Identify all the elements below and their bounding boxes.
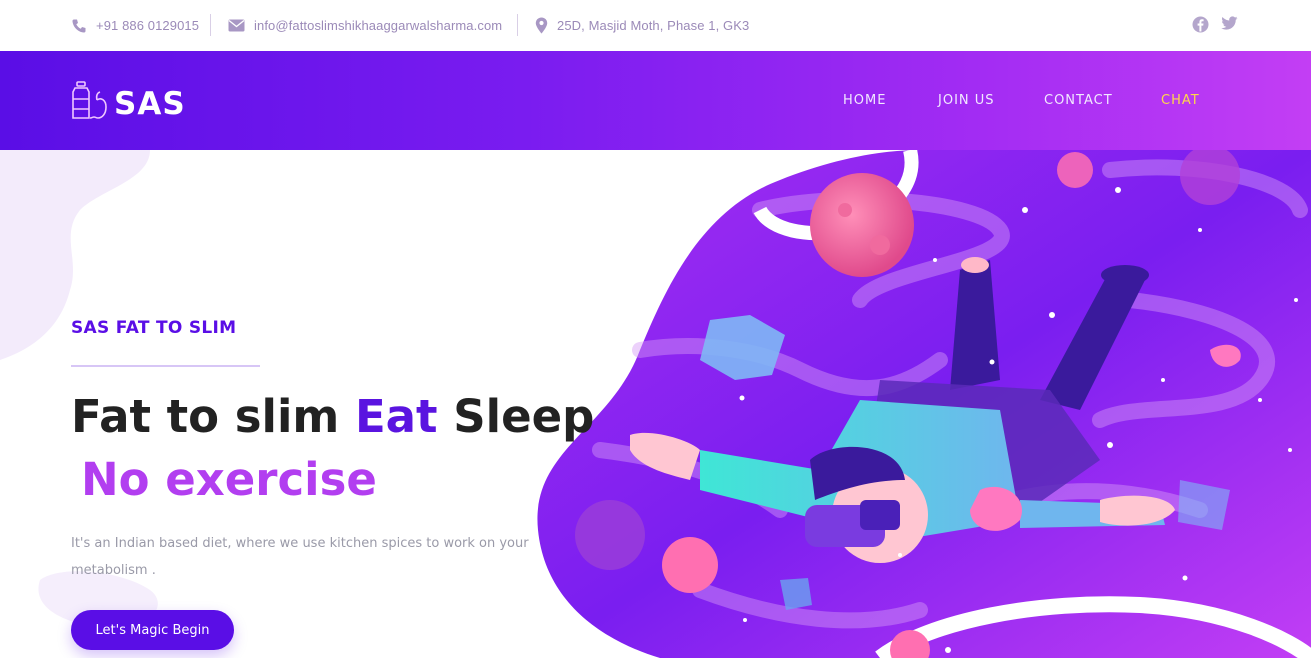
site-logo[interactable]: SAS — [70, 81, 186, 126]
nav-home[interactable]: HOME — [843, 93, 886, 108]
hero-section: SAS FAT TO SLIM Fat to slim Eat Sleep No… — [0, 150, 1311, 658]
facebook-icon[interactable] — [1192, 16, 1209, 33]
address-text: 25D, Masjid Moth, Phase 1, GK3 — [557, 18, 750, 33]
hero-headline: Fat to slim Eat Sleep — [71, 390, 594, 443]
divider — [517, 14, 518, 36]
phone-icon — [71, 18, 87, 34]
address-contact: 25D, Masjid Moth, Phase 1, GK3 — [535, 0, 749, 51]
twitter-icon[interactable] — [1221, 16, 1238, 33]
phone-number: +91 886 0129015 — [96, 18, 200, 33]
divider — [210, 14, 211, 36]
email-address: info@fattoslimshikhaaggarwalsharma.com — [254, 18, 503, 33]
headline-part1: Fat to slim — [71, 390, 355, 443]
phone-contact[interactable]: +91 886 0129015 — [71, 0, 199, 51]
hero-description: It's an Indian based diet, where we use … — [71, 536, 529, 578]
bottle-apple-icon — [70, 81, 108, 126]
eyebrow-underline — [71, 365, 260, 367]
logo-text: SAS — [114, 85, 186, 122]
top-info-bar: +91 886 0129015 info@fattoslimshikhaagga… — [0, 0, 1311, 51]
nav-join-us[interactable]: JOIN US — [938, 93, 995, 108]
main-navbar: SAS HOME JOIN US CONTACT CHAT — [0, 51, 1311, 150]
email-contact[interactable]: info@fattoslimshikhaaggarwalsharma.com — [228, 0, 502, 51]
envelope-icon — [228, 19, 245, 32]
social-links — [1192, 16, 1238, 33]
nav-contact[interactable]: CONTACT — [1044, 93, 1113, 108]
map-pin-icon — [535, 17, 548, 34]
hero-eyebrow: SAS FAT TO SLIM — [71, 318, 237, 338]
cta-button[interactable]: Let's Magic Begin — [71, 610, 234, 650]
headline-accent: Eat — [354, 390, 438, 443]
hero-headline-line2: No exercise — [81, 453, 377, 506]
nav-chat[interactable]: CHAT — [1161, 93, 1200, 108]
headline-part2: Sleep — [437, 390, 595, 443]
